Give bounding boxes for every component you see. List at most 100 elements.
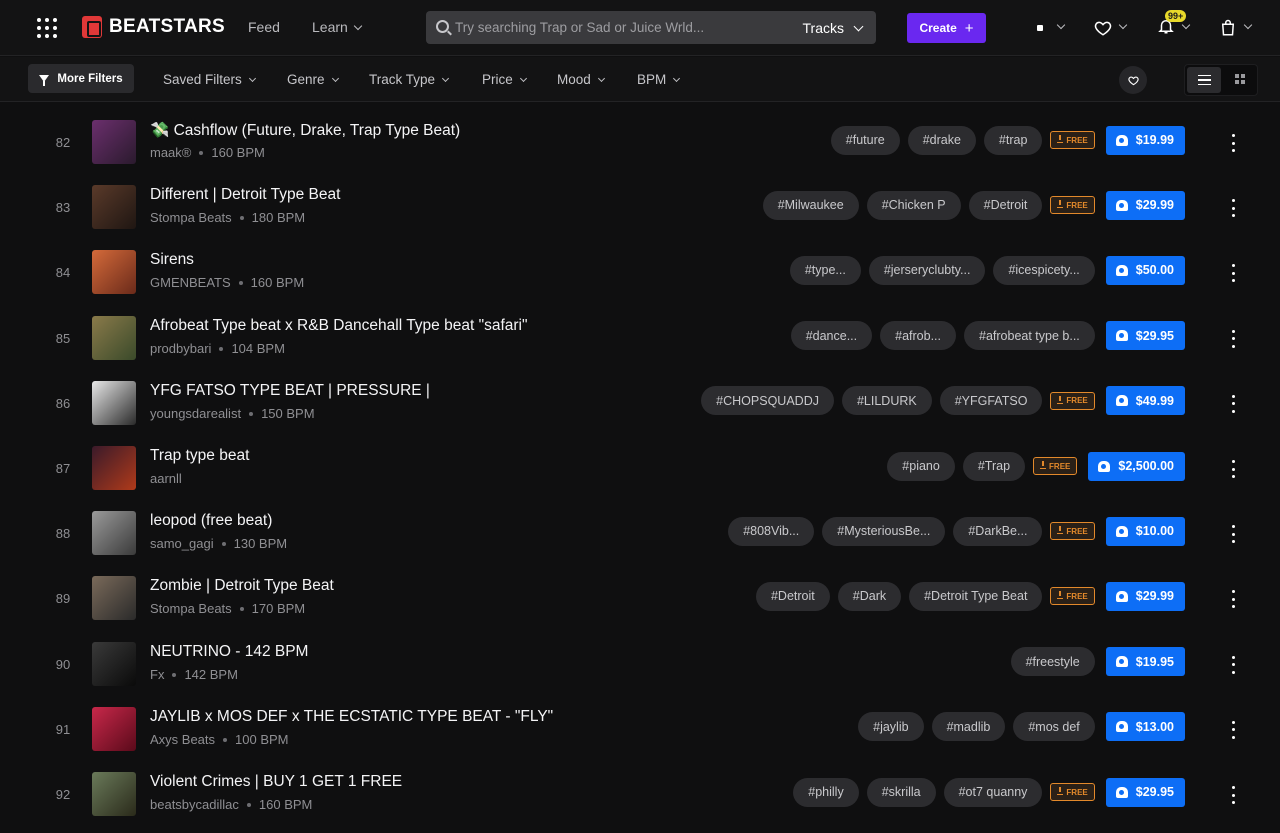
filter-mood[interactable]: Mood xyxy=(557,72,605,87)
tag-chip[interactable]: #jerseryclubty... xyxy=(868,255,986,285)
notifications-menu[interactable]: 99+ xyxy=(1157,9,1191,38)
producer-name[interactable]: beatsbycadillac xyxy=(150,797,239,812)
track-title[interactable]: Violent Crimes | BUY 1 GET 1 FREE xyxy=(150,773,402,791)
tag-chip[interactable]: #Chicken P xyxy=(866,190,961,220)
tag-chip[interactable]: #CHOPSQUADDJ xyxy=(701,386,834,416)
track-artwork[interactable] xyxy=(92,641,136,686)
filter-track-type[interactable]: Track Type xyxy=(369,72,450,87)
nav-learn[interactable]: Learn xyxy=(312,19,363,35)
more-options-icon[interactable] xyxy=(1228,460,1238,478)
free-download-badge[interactable]: FREE xyxy=(1050,131,1095,149)
producer-name[interactable]: Axys Beats xyxy=(150,732,215,747)
track-title[interactable]: Trap type beat xyxy=(150,447,249,465)
more-options-icon[interactable] xyxy=(1228,329,1238,348)
track-row[interactable]: 84 Sirens GMENBEATS 160 BPM #type... #jersery… xyxy=(0,241,1280,306)
buy-price-button[interactable]: $10.00 xyxy=(1105,516,1185,546)
track-row[interactable]: 83 Different | Detroit Type Beat Stompa Be… xyxy=(0,176,1280,241)
more-filters-button[interactable]: More Filters xyxy=(28,64,134,93)
more-options-icon[interactable] xyxy=(1228,134,1238,152)
filter-bpm[interactable]: BPM xyxy=(637,72,681,87)
more-options-icon[interactable] xyxy=(1228,394,1238,413)
tag-chip[interactable]: #trap xyxy=(983,125,1043,155)
producer-name[interactable]: prodbybari xyxy=(150,341,211,356)
tag-chip[interactable]: #jaylib xyxy=(858,712,924,742)
track-title[interactable]: Zombie | Detroit Type Beat xyxy=(150,577,334,595)
more-options-icon[interactable] xyxy=(1228,199,1238,218)
track-row[interactable]: 90 NEUTRINO - 142 BPM Fx 142 BPM #freestyle $… xyxy=(0,633,1280,698)
tag-chip[interactable]: #drake xyxy=(907,125,976,155)
tag-chip[interactable]: #DarkBe... xyxy=(953,516,1043,546)
buy-price-button[interactable]: $29.99 xyxy=(1105,190,1185,220)
tag-chip[interactable]: #dance... xyxy=(790,321,873,351)
more-options-icon[interactable] xyxy=(1228,264,1238,283)
tag-chip[interactable]: #Detroit Type Beat xyxy=(909,581,1043,611)
track-row[interactable]: 85 Afrobeat Type beat x R&B Dancehall Typ… xyxy=(0,307,1280,372)
free-download-badge[interactable]: FREE xyxy=(1050,587,1095,606)
tag-chip[interactable]: #ot7 quanny xyxy=(943,777,1043,807)
more-options-icon[interactable] xyxy=(1228,655,1238,674)
track-title[interactable]: Afrobeat Type beat x R&B Dancehall Type … xyxy=(150,317,528,335)
track-title[interactable]: YFG FATSO TYPE BEAT | PRESSURE | xyxy=(150,382,430,400)
grid-view-icon[interactable] xyxy=(1235,74,1245,84)
track-row[interactable]: 88 leopod (free beat) samo_gagi 130 BPM #808… xyxy=(0,502,1280,567)
cart-menu[interactable] xyxy=(1219,18,1253,38)
track-artwork[interactable] xyxy=(92,185,136,230)
filter-genre[interactable]: Genre xyxy=(287,72,339,87)
tag-chip[interactable]: #Detroit xyxy=(755,581,830,611)
track-row[interactable]: 91 JAYLIB x MOS DEF x THE ECSTATIC TYPE B… xyxy=(0,698,1280,763)
free-download-badge[interactable]: FREE xyxy=(1050,391,1095,410)
track-title[interactable]: NEUTRINO - 142 BPM xyxy=(150,643,308,661)
user-menu[interactable] xyxy=(1037,18,1066,38)
track-title[interactable]: 💸 Cashflow (Future, Drake, Trap Type Bea… xyxy=(150,121,460,140)
track-artwork[interactable] xyxy=(92,446,136,490)
track-title[interactable]: leopod (free beat) xyxy=(150,512,272,530)
tag-chip[interactable]: #afrobeat type b... xyxy=(964,321,1095,351)
favorites-menu[interactable] xyxy=(1094,18,1128,38)
track-row[interactable]: 89 Zombie | Detroit Type Beat Stompa Beats… xyxy=(0,567,1280,632)
track-artwork[interactable] xyxy=(92,772,136,816)
tag-chip[interactable]: #808Vib... xyxy=(728,516,815,546)
create-button[interactable]: Create + xyxy=(907,13,986,43)
filter-saved-filters[interactable]: Saved Filters xyxy=(163,72,256,87)
producer-name[interactable]: samo_gagi xyxy=(150,536,214,551)
track-title[interactable]: JAYLIB x MOS DEF x THE ECSTATIC TYPE BEA… xyxy=(150,708,553,726)
tag-chip[interactable]: #Detroit xyxy=(968,190,1043,220)
tag-chip[interactable]: #piano xyxy=(887,451,955,481)
more-options-icon[interactable] xyxy=(1228,525,1238,544)
track-artwork[interactable] xyxy=(92,576,136,621)
buy-price-button[interactable]: $13.00 xyxy=(1105,712,1185,742)
track-title[interactable]: Different | Detroit Type Beat xyxy=(150,186,340,204)
track-row[interactable]: 87 Trap type beat aarnll #piano #Trap FREE $2,… xyxy=(0,437,1280,502)
free-download-badge[interactable]: FREE xyxy=(1050,196,1095,215)
producer-name[interactable]: aarnll xyxy=(150,471,182,486)
free-download-badge[interactable]: FREE xyxy=(1050,522,1095,541)
tag-chip[interactable]: #freestyle xyxy=(1010,647,1095,677)
search-type-dropdown[interactable]: Tracks xyxy=(803,20,864,36)
track-title[interactable]: Sirens xyxy=(150,251,194,269)
tag-chip[interactable]: #philly xyxy=(793,777,859,807)
track-row[interactable]: 86 YFG FATSO TYPE BEAT | PRESSURE | youngs… xyxy=(0,372,1280,437)
track-artwork[interactable] xyxy=(92,250,136,295)
producer-name[interactable]: Stompa Beats xyxy=(150,601,232,616)
apps-grid-icon[interactable] xyxy=(37,18,57,38)
buy-price-button[interactable]: $29.95 xyxy=(1105,777,1185,807)
tag-chip[interactable]: #Dark xyxy=(837,581,902,611)
nav-feed[interactable]: Feed xyxy=(248,19,280,35)
tag-chip[interactable]: #LILDURK xyxy=(841,386,932,416)
filter-price[interactable]: Price xyxy=(482,72,527,87)
more-options-icon[interactable] xyxy=(1228,590,1238,609)
tag-chip[interactable]: #type... xyxy=(789,255,861,285)
producer-name[interactable]: Stompa Beats xyxy=(150,210,232,225)
free-download-badge[interactable]: FREE xyxy=(1050,783,1095,801)
free-download-badge[interactable]: FREE xyxy=(1033,457,1078,475)
buy-price-button[interactable]: $2,500.00 xyxy=(1088,451,1185,481)
list-view-icon[interactable] xyxy=(1187,67,1221,93)
buy-price-button[interactable]: $19.99 xyxy=(1105,125,1185,155)
favorite-filter-button[interactable] xyxy=(1119,66,1147,94)
track-row[interactable]: 92 Violent Crimes | BUY 1 GET 1 FREE beats… xyxy=(0,763,1280,828)
buy-price-button[interactable]: $50.00 xyxy=(1105,255,1185,285)
tag-chip[interactable]: #future xyxy=(830,125,900,155)
producer-name[interactable]: Fx xyxy=(150,667,164,682)
more-options-icon[interactable] xyxy=(1228,720,1238,739)
tag-chip[interactable]: #madlib xyxy=(931,712,1006,742)
